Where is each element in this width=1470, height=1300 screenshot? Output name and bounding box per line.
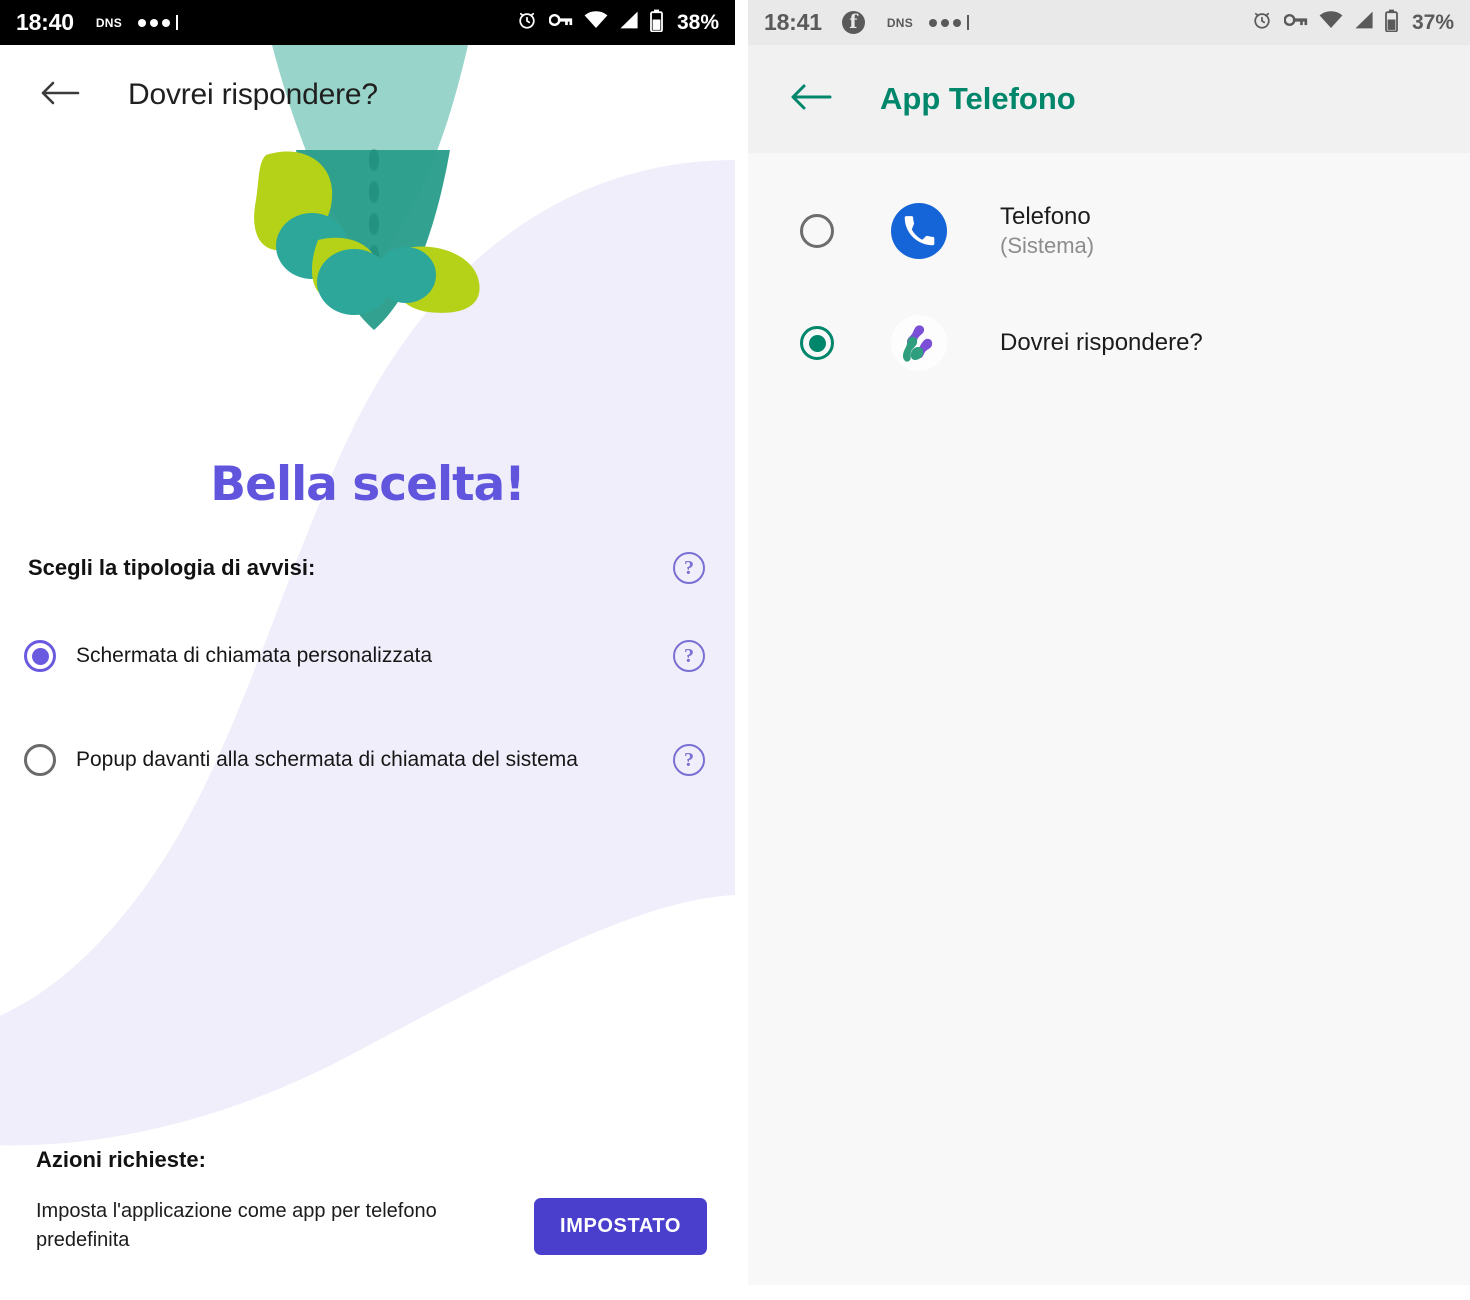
status-bar-icons: 38% — [516, 9, 719, 37]
app-name: Telefono — [1000, 203, 1091, 231]
app-icon-art — [891, 315, 947, 371]
help-icon[interactable]: ? — [673, 640, 705, 672]
required-actions-section: Azioni richieste: Imposta l'applicazione… — [0, 1147, 735, 1255]
right-app-bar: App Telefono — [748, 45, 1470, 153]
phone-app-list: Telefono (Sistema) Dovrei rispondere? — [748, 153, 1470, 399]
facebook-icon: f — [841, 11, 865, 34]
dual-screenshot-container: 18:40 DNS 38% Dovrei rispondere? Bella s… — [0, 0, 1470, 1300]
left-content: Dovrei rispondere? Bella scelta! Scegli … — [0, 45, 735, 1300]
status-bar-icons: 37% — [1251, 9, 1454, 37]
hero-title: Bella scelta! — [210, 457, 525, 512]
option-row-custom-call-screen[interactable]: Schermata di chiamata personalizzata ? — [0, 630, 735, 682]
wifi-icon — [584, 11, 608, 34]
page-title: Dovrei rispondere? — [128, 78, 378, 111]
back-arrow-icon[interactable] — [790, 82, 832, 117]
dns-indicator: DNS — [886, 15, 914, 30]
alarm-clock-icon — [1251, 9, 1273, 36]
cell-signal-icon — [619, 11, 639, 34]
app-icon-wrapper — [891, 315, 947, 371]
radio-button-unselected[interactable] — [24, 744, 56, 776]
app-label-group: Telefono (Sistema) — [1000, 202, 1094, 260]
status-bar-time: 18:41 — [764, 9, 822, 35]
status-bar-time: 18:40 — [16, 9, 74, 35]
required-action-description: Imposta l'applicazione come app per tele… — [36, 1200, 437, 1251]
battery-percent: 38% — [676, 10, 719, 34]
option-label: Popup davanti alla schermata di chiamata… — [76, 748, 578, 771]
help-icon[interactable]: ? — [673, 744, 705, 776]
left-screen: 18:40 DNS 38% Dovrei rispondere? Bella s… — [0, 0, 735, 1300]
required-actions-row: Imposta l'applicazione come app per tele… — [0, 1197, 735, 1255]
vpn-key-icon — [548, 11, 573, 34]
notification-dots-icon — [138, 15, 179, 30]
required-actions-title: Azioni richieste: — [36, 1147, 206, 1172]
app-subtitle: (Sistema) — [1000, 233, 1095, 259]
back-arrow-icon[interactable] — [40, 79, 80, 112]
alert-type-section: Scegli la tipologia di avvisi: ? — [0, 552, 735, 584]
dovrei-rispondere-app-icon — [891, 315, 947, 371]
right-screen: 18:41 f DNS 37% App Telefono Telefono (S… — [735, 0, 1470, 1300]
battery-icon — [650, 9, 663, 37]
app-label-group: Dovrei rispondere? — [1000, 328, 1203, 358]
phone-handset-icon — [891, 203, 947, 259]
dns-indicator: DNS — [95, 15, 123, 30]
list-item-dovrei-rispondere[interactable]: Dovrei rispondere? — [748, 287, 1470, 399]
cell-signal-icon — [1354, 11, 1374, 34]
left-status-bar: 18:40 DNS 38% — [0, 0, 735, 45]
page-title: App Telefono — [880, 81, 1076, 116]
option-label: Schermata di chiamata personalizzata — [76, 644, 433, 667]
battery-icon — [1385, 9, 1398, 37]
radio-button-unselected[interactable] — [800, 214, 834, 248]
wifi-icon — [1319, 11, 1343, 34]
right-screen-surface: 18:41 f DNS 37% App Telefono Telefono (S… — [748, 0, 1470, 1285]
alarm-clock-icon — [516, 9, 538, 36]
app-icon-wrapper — [891, 203, 947, 259]
app-name: Dovrei rispondere? — [1000, 329, 1203, 356]
radio-button-selected[interactable] — [800, 326, 834, 360]
left-app-bar: Dovrei rispondere? — [0, 45, 735, 145]
option-row-system-popup[interactable]: Popup davanti alla schermata di chiamata… — [0, 734, 735, 786]
alert-type-label: Scegli la tipologia di avvisi: — [28, 555, 316, 580]
vpn-key-icon — [1283, 11, 1308, 34]
right-status-bar: 18:41 f DNS 37% — [748, 0, 1470, 45]
set-default-phone-app-button[interactable]: IMPOSTATO — [534, 1197, 707, 1255]
list-item-telefono[interactable]: Telefono (Sistema) — [748, 175, 1470, 287]
battery-percent: 37% — [1411, 10, 1454, 34]
help-icon[interactable]: ? — [673, 552, 705, 584]
radio-button-selected[interactable] — [24, 640, 56, 672]
notification-dots-icon — [929, 15, 970, 30]
